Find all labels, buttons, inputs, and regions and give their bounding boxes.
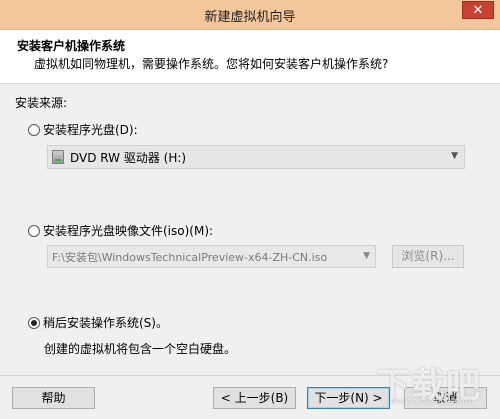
radio-install-later[interactable]: 稍后安装操作系统(S)。 (28, 314, 168, 331)
iso-path-input: F:\安装包\WindowsTechnicalPreview-x64-ZH-CN… (47, 245, 376, 268)
radio-install-later-label: 稍后安装操作系统(S)。 (43, 316, 168, 330)
next-button[interactable]: 下一步(N) > (307, 387, 390, 409)
radio-icon[interactable] (28, 123, 40, 136)
install-later-hint: 创建的虚拟机将包含一个空白硬盘。 (44, 342, 237, 356)
dvd-drive-icon (52, 150, 64, 164)
radio-install-disc-label: 安装程序光盘(D): (43, 123, 138, 137)
install-source-label: 安装来源: (15, 96, 68, 110)
disc-drive-select: DVD RW 驱动器 (H:) ▼ (47, 145, 465, 169)
wizard-footer: 帮助 < 上一步(B) 下一步(N) > 取消 (0, 375, 500, 419)
radio-install-iso-label: 安装程序光盘映像文件(iso)(M): (43, 224, 214, 238)
back-button[interactable]: < 上一步(B) (213, 387, 296, 409)
chevron-down-icon: ▼ (451, 151, 458, 161)
radio-icon[interactable] (28, 224, 40, 237)
cancel-button[interactable]: 取消 (404, 387, 487, 409)
iso-path-value: F:\安装包\WindowsTechnicalPreview-x64-ZH-CN… (52, 250, 328, 264)
close-icon[interactable]: ✕ (462, 1, 494, 19)
browse-button: 浏览(R)... (392, 245, 464, 268)
chevron-down-icon: ▼ (363, 251, 370, 261)
page-description: 虚拟机如同物理机，需要操作系统。您将如何安装客户机操作系统? (34, 57, 389, 71)
title-bar: 新建虚拟机向导 ✕ (0, 0, 500, 30)
radio-install-iso[interactable]: 安装程序光盘映像文件(iso)(M): (28, 222, 213, 239)
page-title: 安装客户机操作系统 (17, 39, 126, 53)
disc-drive-value: DVD RW 驱动器 (H:) (70, 150, 187, 165)
help-button[interactable]: 帮助 (12, 387, 95, 409)
wizard-content: 安装来源: 安装程序光盘(D): DVD RW 驱动器 (H:) ▼ 安装程序光… (0, 84, 500, 375)
radio-install-disc[interactable]: 安装程序光盘(D): (28, 121, 138, 138)
window-title: 新建虚拟机向导 (204, 10, 296, 25)
wizard-header: 安装客户机操作系统 虚拟机如同物理机，需要操作系统。您将如何安装客户机操作系统? (0, 30, 500, 84)
radio-checked-icon[interactable] (28, 316, 40, 329)
